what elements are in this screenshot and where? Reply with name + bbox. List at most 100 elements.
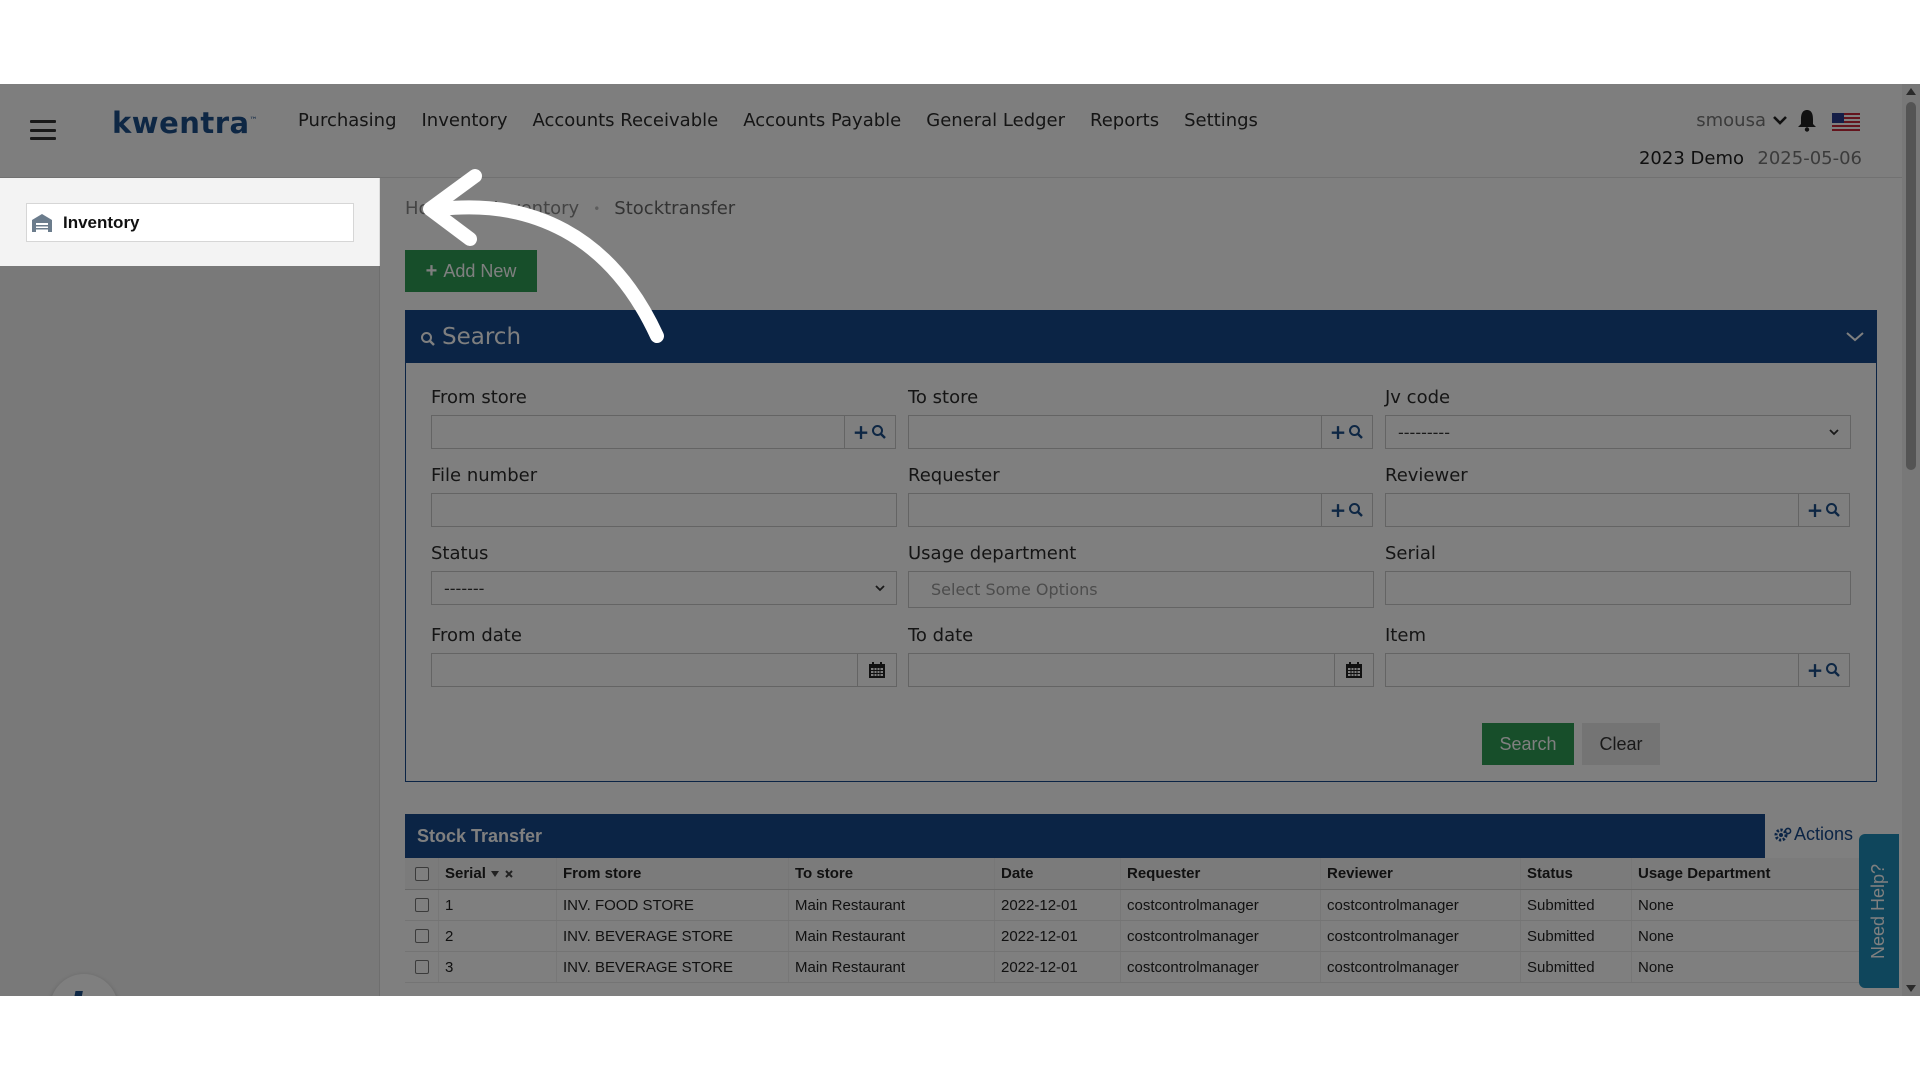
item-input[interactable]: + [1385,653,1850,687]
search-icon [421,332,435,346]
from-store-lookup-button[interactable]: + [844,415,896,449]
search-panel: Search From store + To store + Jv code -… [405,310,1877,782]
usage-department-multiselect[interactable]: Select Some Options [908,571,1374,608]
reviewer-lookup-button[interactable]: + [1798,493,1850,527]
need-help-tab[interactable]: Need Help? [1859,834,1899,988]
clear-sort-icon[interactable] [504,869,514,879]
from-store-input[interactable]: + [431,415,896,449]
from-store-field: From store + [431,387,897,449]
to-date-input[interactable] [908,653,1374,687]
sort-desc-icon[interactable] [490,869,500,879]
calendar-icon [869,662,885,678]
reviewer-field: Reviewer + [1385,465,1851,527]
reviewer-input[interactable]: + [1385,493,1850,527]
company-name[interactable]: 2023 Demo [1639,148,1744,169]
requester-input[interactable]: + [908,493,1373,527]
status-value: ------- [444,578,485,598]
nav-reports[interactable]: Reports [1090,110,1159,131]
select-all-checkbox[interactable] [414,866,429,881]
main-nav: Purchasing Inventory Accounts Receivable… [298,110,1258,131]
column-header-date[interactable]: Date [995,858,1121,889]
from-date-calendar-button[interactable] [857,653,897,687]
chevron-down-icon [875,585,885,592]
nav-settings[interactable]: Settings [1184,110,1258,131]
breadcrumb-inventory[interactable]: Inventory [493,198,579,219]
serial-label: Serial [1385,543,1436,564]
row-checkbox[interactable] [414,960,429,974]
table-row[interactable]: 2 INV. BEVERAGE STORE Main Restaurant 20… [405,921,1877,952]
to-date-label: To date [908,625,974,646]
us-flag-icon[interactable] [1832,113,1860,131]
nav-purchasing[interactable]: Purchasing [298,110,397,131]
plus-icon: + [1806,498,1824,522]
top-navbar: kwentra™ Purchasing Inventory Accounts R… [0,84,1902,178]
table-title: Stock Transfer [417,825,543,846]
bell-icon[interactable] [1796,108,1818,132]
cell-to-store: Main Restaurant [789,952,995,982]
item-lookup-button[interactable]: + [1798,653,1850,687]
actions-menu-button[interactable]: Actions [1774,824,1853,845]
column-header-usage-department[interactable]: Usage Department [1632,858,1872,889]
serial-input[interactable] [1385,571,1851,605]
column-header-serial[interactable]: Serial [439,858,557,889]
column-label: Usage Department [1638,865,1771,882]
cell-to-store: Main Restaurant [789,921,995,951]
warehouse-icon [32,213,52,232]
cell-status: Submitted [1521,921,1632,951]
cell-from-store: INV. BEVERAGE STORE [557,921,789,951]
cell-status: Submitted [1521,952,1632,982]
chevron-down-icon[interactable] [1844,325,1866,347]
table-row[interactable]: 1 INV. FOOD STORE Main Restaurant 2022-1… [405,890,1877,921]
status-field: Status ------- [431,543,897,605]
sidebar-item-inventory[interactable]: Inventory [26,203,354,242]
row-select-cell [405,921,439,951]
scroll-down-arrow-icon[interactable] [1906,985,1916,992]
brand-logo[interactable]: kwentra™ [112,106,258,140]
select-all-cell [405,858,439,889]
hamburger-menu-icon[interactable] [30,120,56,140]
row-checkbox[interactable] [414,929,429,943]
kwentra-assistant-button[interactable]: k 2 [50,974,118,996]
stock-transfer-table: Serial From store To store Date Requeste… [405,858,1877,983]
nav-accounts-receivable[interactable]: Accounts Receivable [532,110,718,131]
to-store-lookup-button[interactable]: + [1321,415,1373,449]
cell-requester: costcontrolmanager [1121,952,1321,982]
vertical-scrollbar[interactable] [1902,84,1920,996]
column-label: Status [1527,865,1573,882]
from-date-input[interactable] [431,653,897,687]
cell-from-store: INV. FOOD STORE [557,890,789,920]
sidebar-item-label: Inventory [63,212,140,232]
to-date-calendar-button[interactable] [1334,653,1374,687]
add-new-button[interactable]: + Add New [405,250,537,292]
column-label: Date [1001,865,1034,882]
screenshot-canvas: kwentra™ Purchasing Inventory Accounts R… [0,0,1920,1080]
user-menu[interactable]: smousa [1696,110,1766,131]
column-header-reviewer[interactable]: Reviewer [1321,858,1521,889]
breadcrumb-home[interactable]: Home [405,198,458,219]
table-row[interactable]: 3 INV. BEVERAGE STORE Main Restaurant 20… [405,952,1877,983]
scrollbar-thumb[interactable] [1906,102,1916,470]
breadcrumb-current: Stocktransfer [614,198,736,219]
nav-general-ledger[interactable]: General Ledger [926,110,1065,131]
search-panel-header[interactable]: Search [406,311,1876,363]
search-button[interactable]: Search [1482,723,1574,765]
scroll-up-arrow-icon[interactable] [1906,88,1916,95]
clear-button[interactable]: Clear [1582,723,1660,765]
row-checkbox[interactable] [414,898,429,912]
file-number-label: File number [431,465,538,486]
column-header-from-store[interactable]: From store [557,858,789,889]
item-field: Item + [1385,625,1851,687]
nav-accounts-payable[interactable]: Accounts Payable [743,110,901,131]
status-select[interactable]: ------- [431,571,897,605]
jv-code-select[interactable]: --------- [1385,415,1851,449]
column-header-requester[interactable]: Requester [1121,858,1321,889]
chevron-down-icon[interactable] [1772,112,1788,128]
column-header-status[interactable]: Status [1521,858,1632,889]
usage-department-label: Usage department [908,543,1077,564]
to-store-input[interactable]: + [908,415,1373,449]
file-number-input[interactable] [431,493,897,527]
nav-inventory[interactable]: Inventory [422,110,508,131]
requester-lookup-button[interactable]: + [1321,493,1373,527]
search-icon [1826,663,1841,677]
column-header-to-store[interactable]: To store [789,858,995,889]
